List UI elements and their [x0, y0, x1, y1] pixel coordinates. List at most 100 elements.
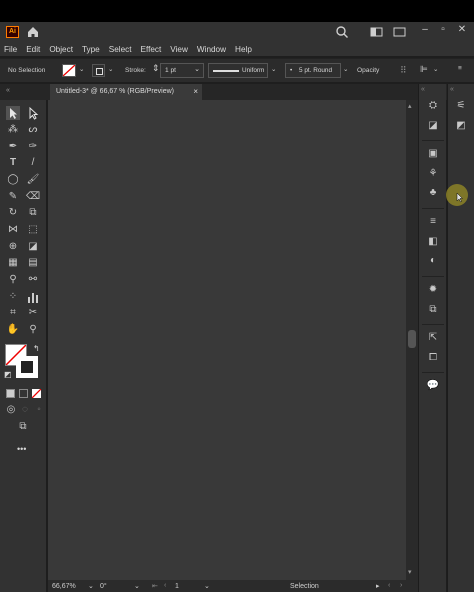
direct-selection-tool-icon[interactable]	[26, 106, 40, 120]
color-mode-icon[interactable]	[6, 389, 15, 398]
fill-swatch[interactable]	[62, 64, 76, 77]
shape-builder-tool-icon[interactable]: ⊕	[6, 240, 20, 254]
comments-panel-icon[interactable]: 💬	[426, 380, 440, 392]
stroke-swatch[interactable]	[92, 64, 105, 77]
edit-toolbar-more-icon[interactable]: •••	[17, 444, 26, 454]
brush-chevron-down-icon[interactable]: ⌄	[343, 65, 349, 73]
stroke-weight-field[interactable]: 1 pt ⌄	[160, 63, 204, 78]
collapse-panels-icon[interactable]: «	[450, 86, 454, 93]
zoom-tool-icon[interactable]: ⚲	[26, 323, 40, 337]
swap-fill-stroke-icon[interactable]: ↰	[33, 344, 40, 353]
profile-chevron-down-icon[interactable]: ⌄	[271, 65, 277, 73]
scroll-up-icon[interactable]: ▴	[408, 102, 412, 110]
gradient-mode-icon[interactable]	[19, 389, 28, 398]
hand-tool-icon[interactable]: ✋	[6, 323, 20, 337]
fill-chevron-down-icon[interactable]: ⌄	[79, 65, 85, 73]
menu-type[interactable]: Type	[82, 45, 100, 54]
variable-width-profile[interactable]: Uniform	[208, 63, 268, 78]
stroke-color-box[interactable]	[16, 356, 38, 378]
stroke-stepper-icon[interactable]: ⇕	[152, 63, 160, 74]
home-icon[interactable]	[26, 25, 40, 39]
menu-edit[interactable]: Edit	[26, 45, 40, 54]
perspective-grid-tool-icon[interactable]: ◪	[26, 240, 40, 254]
status-menu-icon[interactable]: ▸	[376, 582, 380, 590]
scale-tool-icon[interactable]: ⧉	[26, 206, 40, 220]
width-tool-icon[interactable]: ⋈	[6, 223, 20, 237]
eraser-tool-icon[interactable]: ⌫	[26, 190, 40, 204]
magic-wand-tool-icon[interactable]: ⁂	[6, 123, 20, 137]
first-artboard-icon[interactable]: ⇤	[152, 582, 158, 590]
selection-tool-icon[interactable]	[6, 106, 20, 120]
blend-tool-icon[interactable]: ⚯	[26, 273, 40, 287]
image-trace-panel-icon[interactable]: ▣	[426, 148, 440, 160]
canvas-area[interactable]	[48, 100, 406, 580]
minimize-icon[interactable]: –	[418, 22, 432, 38]
brush-definition[interactable]: • 5 pt. Round	[285, 63, 341, 78]
mesh-tool-icon[interactable]: ▦	[6, 256, 20, 270]
menu-help[interactable]: Help	[235, 45, 252, 54]
opacity-label[interactable]: Opacity	[357, 67, 379, 74]
symbols-panel-icon[interactable]: ♣	[426, 187, 440, 199]
search-icon[interactable]	[335, 25, 349, 39]
close-window-icon[interactable]: ✕	[455, 22, 469, 38]
layers-panel-icon[interactable]: ◩	[454, 120, 468, 132]
previous-artboard-icon[interactable]: ‹	[164, 582, 166, 589]
artboard-chevron-down-icon[interactable]: ⌄	[204, 582, 210, 590]
draw-mode-icon[interactable]: ◎	[4, 403, 18, 417]
align-icon[interactable]: ⊫	[420, 64, 428, 75]
appearance-panel-icon[interactable]: ✹	[426, 284, 440, 296]
stroke-chevron-down-icon[interactable]: ⌄	[108, 65, 114, 73]
slice-tool-icon[interactable]: ✂	[26, 306, 40, 320]
curvature-tool-icon[interactable]: ✑	[26, 140, 40, 154]
vertical-scroll-thumb[interactable]	[408, 330, 416, 348]
gradient-tool-icon[interactable]: ▤	[26, 256, 40, 270]
zoom-level[interactable]: 66,67%	[52, 583, 76, 590]
properties-sliders-icon[interactable]: ⚟	[454, 100, 468, 112]
artboard-number[interactable]: 1	[175, 583, 179, 590]
shaper-tool-icon[interactable]: ✎	[6, 190, 20, 204]
menu-effect[interactable]: Effect	[141, 45, 162, 54]
rotation-value[interactable]: 0°	[100, 583, 107, 590]
paintbrush-tool-icon[interactable]: 🖌	[26, 173, 40, 187]
control-menu-icon[interactable]: ≡	[458, 65, 462, 72]
eyedropper-tool-icon[interactable]: ⚲	[6, 273, 20, 287]
menu-select[interactable]: Select	[109, 45, 132, 54]
symbol-sprayer-tool-icon[interactable]: ⁘	[6, 290, 20, 304]
draw-inside-icon[interactable]: ◦	[32, 403, 46, 417]
stroke-panel-icon[interactable]: ≡	[426, 216, 440, 228]
libraries-panel-icon[interactable]: ◪	[426, 120, 440, 132]
recolor-icon[interactable]: ⠿	[400, 65, 407, 76]
menu-window[interactable]: Window	[197, 45, 226, 54]
graphic-styles-panel-icon[interactable]: ⧉	[426, 304, 440, 316]
close-tab-icon[interactable]: ×	[193, 84, 198, 100]
rotate-tool-icon[interactable]: ↻	[6, 206, 20, 220]
align-chevron-down-icon[interactable]: ⌄	[433, 65, 439, 73]
transparency-panel-icon[interactable]: ◐	[426, 255, 440, 267]
artboard-tool-icon[interactable]: ⌗	[6, 306, 20, 320]
properties-panel-icon[interactable]: ⛭	[426, 100, 440, 112]
free-transform-tool-icon[interactable]: ⬚	[26, 223, 40, 237]
zoom-chevron-down-icon[interactable]: ⌄	[88, 582, 94, 590]
scroll-down-icon[interactable]: ▾	[408, 568, 412, 576]
draw-behind-icon[interactable]: ◌	[18, 403, 32, 417]
export-panel-icon[interactable]: ⇱	[426, 332, 440, 344]
scroll-left-icon[interactable]: ‹	[388, 582, 390, 589]
arrange-documents-icon[interactable]	[370, 26, 383, 38]
menu-file[interactable]: File	[4, 45, 17, 54]
collapse-toolbar-icon[interactable]: «	[6, 87, 10, 94]
scroll-right-icon[interactable]: ›	[400, 582, 402, 589]
none-mode-icon[interactable]	[32, 389, 41, 398]
line-segment-tool-icon[interactable]: /	[26, 156, 40, 170]
rotation-chevron-down-icon[interactable]: ⌄	[134, 582, 140, 590]
workspace-icon[interactable]	[393, 26, 406, 38]
menu-object[interactable]: Object	[49, 45, 73, 54]
collapse-panels-icon[interactable]: «	[421, 86, 425, 93]
asset-export-panel-icon[interactable]: ⧠	[426, 352, 440, 364]
tab-document[interactable]: Untitled-3* @ 66,67 % (RGB/Preview) ×	[50, 84, 202, 100]
pen-tool-icon[interactable]: ✒	[6, 140, 20, 154]
lasso-tool-icon[interactable]: ᔕ	[26, 123, 40, 137]
brushes-panel-icon[interactable]: ⚘	[426, 168, 440, 180]
screen-mode-icon[interactable]: ⧉	[16, 420, 30, 434]
menu-view[interactable]: View	[170, 45, 188, 54]
gradient-panel-icon[interactable]: ◧	[426, 236, 440, 248]
